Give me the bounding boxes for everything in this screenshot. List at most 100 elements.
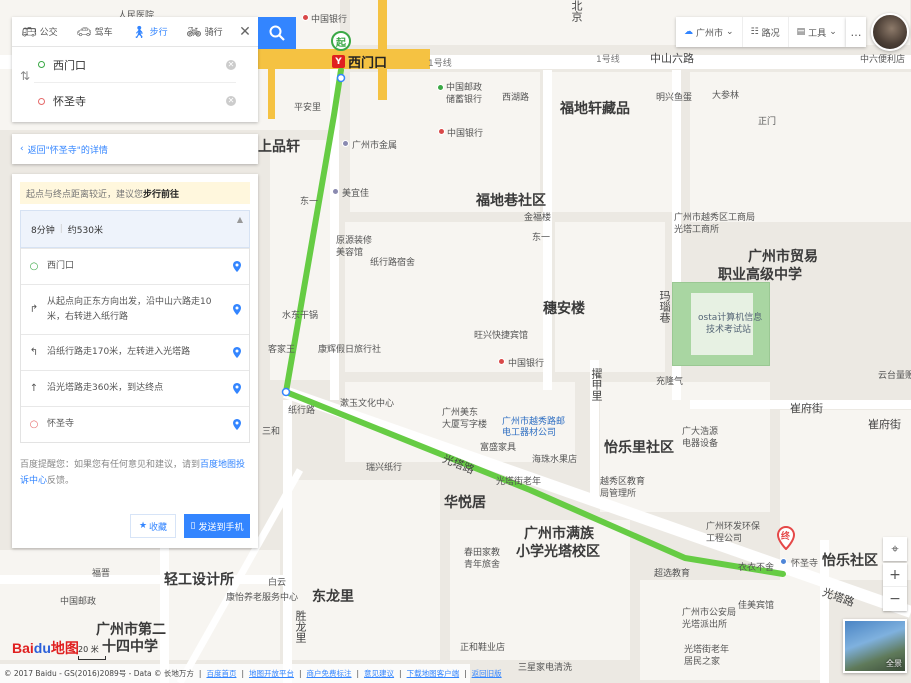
step-turn-right[interactable]: ↱ 从起点向正东方向出发，沿中山六路走10米，右转进入纸行路 <box>21 284 249 334</box>
footer-link-old-version[interactable]: 返回旧版 <box>472 668 502 679</box>
poi-meiyixuan[interactable]: 美宜佳 <box>342 186 369 199</box>
poi-yunshan[interactable]: 云台量贩 <box>878 368 911 381</box>
footer-link-home[interactable]: 百度首页 <box>206 668 236 679</box>
locate-me-button[interactable]: ⌖ <box>883 537 907 561</box>
poi-yiduo[interactable]: 漱玉文化中心 <box>340 396 394 409</box>
poi-wangxing[interactable]: 旺兴快捷宾馆 <box>474 328 528 341</box>
end-input[interactable] <box>53 94 226 108</box>
poi-xitiaojie[interactable]: 西湖路 <box>502 90 529 103</box>
tab-walk[interactable]: 🚶︎ 步行 <box>122 17 177 47</box>
road-label-maigan: 玛瑙巷 <box>658 290 671 323</box>
start-row: ✕ <box>34 47 236 83</box>
poi-sanhe[interactable]: 三和 <box>262 424 280 437</box>
poi-jiezhan[interactable]: 中国邮政 <box>60 594 96 607</box>
step-turn-left[interactable]: ↰ 沿纸行路走170米，左转进入光塔路 <box>21 334 249 370</box>
avatar[interactable] <box>871 13 909 51</box>
favorite-button[interactable]: ★ 收藏 <box>130 514 176 538</box>
poi-dajingdian[interactable]: 大参林 <box>712 88 739 101</box>
label-yueshequ: 怡乐社区 <box>822 553 878 569</box>
tab-bus[interactable]: 🚌︎ 公交 <box>12 17 67 47</box>
clear-end-icon[interactable]: ✕ <box>226 96 236 106</box>
step-text: 西门口 <box>47 261 75 271</box>
poi-chaoxuan[interactable]: 超选教育 <box>654 566 690 579</box>
panorama-thumbnail[interactable]: 全景 <box>843 619 907 673</box>
poi-zhongguoyinhang-2[interactable]: 中国银行 <box>447 126 483 139</box>
poi-zhongguoyinhang-3[interactable]: 中国银行 <box>508 356 544 369</box>
locate-pin-icon[interactable] <box>233 383 241 394</box>
route-summary[interactable]: 8分钟 | 约530米 ▲ <box>20 210 250 248</box>
footer-link-merchant[interactable]: 商户免费标注 <box>307 668 352 679</box>
poi-zhongguoyinhang[interactable]: 中国银行 <box>311 12 347 25</box>
tab-bike[interactable]: 🚲︎ 骑行 <box>177 17 232 47</box>
poi-jinfu[interactable]: 金福楼 <box>524 210 551 223</box>
poi-kanglin[interactable]: 康辉假日旅行社 <box>318 342 381 355</box>
tab-drive-label: 驾车 <box>94 28 113 38</box>
poi-huaishengsi[interactable]: 怀圣寺 <box>791 556 818 569</box>
metro-station-marker[interactable]: Y 西门口 <box>332 52 387 71</box>
poi-jinlong[interactable]: 广州市金属 <box>352 138 397 151</box>
label-huayueju: 华悦居 <box>444 495 486 511</box>
footer-link-feedback[interactable]: 意见建议 <box>364 668 394 679</box>
poi-haitian[interactable]: 海珠水果店 <box>532 452 577 465</box>
zoom-in-button[interactable]: + <box>883 563 907 587</box>
baidu-logo[interactable]: Baidu地图 <box>12 638 79 658</box>
collapse-caret-icon[interactable]: ▲ <box>237 215 243 224</box>
poi-yiyou[interactable]: 衣衣不舍 <box>738 560 774 573</box>
message-button[interactable]: … <box>846 17 866 47</box>
poi-zhengmen[interactable]: 正门 <box>758 114 776 127</box>
poi-chuanqi[interactable]: 充隆气 <box>656 374 683 387</box>
poi-fuyuan[interactable]: 富盛家具 <box>480 440 516 453</box>
poi-sanxing[interactable]: 三星家电清洗 <box>518 660 572 673</box>
traffic-button[interactable]: ☷ 路况 <box>743 17 789 47</box>
label-shangpin: 上品轩 <box>258 139 300 155</box>
end-dot-icon <box>38 97 45 105</box>
city-label: 广州市 <box>696 28 724 39</box>
swap-icon[interactable]: ⇅ <box>20 69 30 83</box>
end-marker[interactable]: 终 <box>776 525 796 553</box>
end-badge-text: 终 <box>781 532 791 542</box>
label-maoyi-2: 职业高级中学 <box>718 267 802 283</box>
poi-dongyi-2[interactable]: 东一 <box>532 230 550 243</box>
poi-pingan[interactable]: 平安里 <box>294 100 321 113</box>
locate-pin-icon[interactable] <box>233 304 241 315</box>
close-icon[interactable]: ✕ <box>232 24 258 40</box>
step-end[interactable]: ○ 怀圣寺 <box>21 406 249 442</box>
tools-button[interactable]: ▤ 工具 ⌄ <box>789 17 845 47</box>
send-to-phone-button[interactable]: ▯ 发送到手机 <box>184 514 250 538</box>
poi-jiahua[interactable]: 佳美宾馆 <box>738 598 774 611</box>
poi-gongan-2: 光塔派出所 <box>682 620 728 630</box>
poi-ostai-2: 技术考试站 <box>706 325 752 335</box>
poi-shuiyuan[interactable]: 水东干锅 <box>282 308 318 321</box>
poi-baiyun[interactable]: 白云 <box>268 575 286 588</box>
footer-link-download[interactable]: 下载地图客户端 <box>407 668 460 679</box>
footer-sep: | <box>198 669 202 678</box>
crosshair-icon: ⌖ <box>891 541 899 557</box>
poi-mingguang[interactable]: 明兴鱼蛋 <box>656 90 692 103</box>
road-label-shengfei: 胜龙里 <box>294 610 307 643</box>
search-button[interactable] <box>258 17 296 49</box>
poi-zhengmei[interactable]: 正和鞋业店 <box>460 640 505 653</box>
locate-pin-icon[interactable] <box>233 261 241 272</box>
poi-dongyi[interactable]: 东一 <box>300 194 318 207</box>
start-marker[interactable]: 起 <box>331 31 351 51</box>
start-input[interactable] <box>53 58 226 71</box>
poi-zhongliubin[interactable]: 中六便利店 <box>860 52 905 65</box>
locate-pin-icon[interactable] <box>233 419 241 430</box>
zoom-out-button[interactable]: − <box>883 587 907 611</box>
step-text: 从起点向正东方向出发，沿中山六路走10米，右转进入纸行路 <box>47 296 212 322</box>
clear-start-icon[interactable]: ✕ <box>226 59 236 70</box>
step-straight[interactable]: ↑ 沿光塔路走360米，到达终点 <box>21 370 249 406</box>
poi-fupin[interactable]: 福晋 <box>92 566 110 579</box>
poi-kangliu[interactable]: 康怡养老服务中心 <box>226 590 298 603</box>
back-to-detail-link[interactable]: ‹ 返回"怀圣寺"的详情 <box>12 134 258 164</box>
tab-drive[interactable]: 🚗︎ 驾车 <box>67 17 122 47</box>
poi-kejiahou[interactable]: 客家王 <box>268 342 295 355</box>
footer-link-open-platform[interactable]: 地图开放平台 <box>249 668 294 679</box>
step-start[interactable]: ○ 西门口 <box>21 248 249 284</box>
turn-left-icon: ↰ <box>29 347 39 358</box>
poi-fangbang[interactable]: 纸行路宿舍 <box>370 255 415 268</box>
poi-ruixing[interactable]: 瑞兴纸行 <box>366 460 402 473</box>
poi-guangta-label[interactable]: 光塔街老年 <box>496 474 541 487</box>
locate-pin-icon[interactable] <box>233 347 241 358</box>
city-selector[interactable]: ☁ 广州市 ⌄ <box>676 17 743 47</box>
